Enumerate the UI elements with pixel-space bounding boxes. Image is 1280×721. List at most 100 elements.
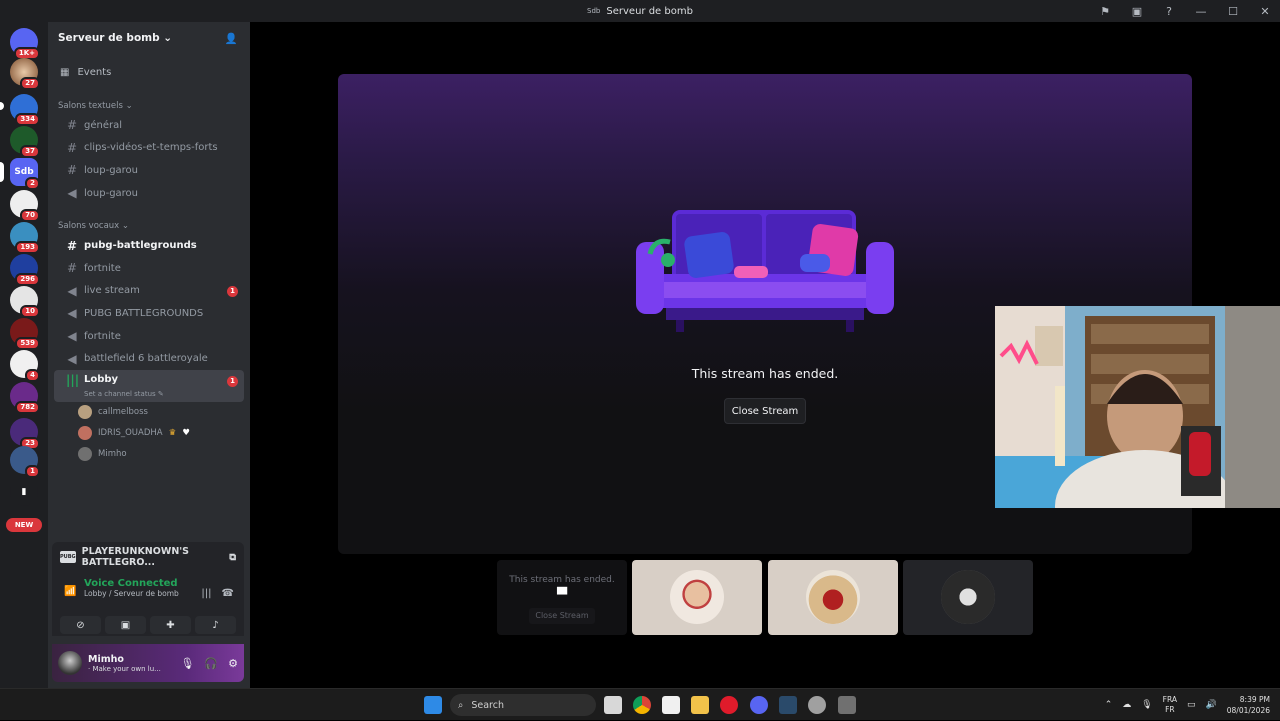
signal-icon[interactable]: 📶 [64, 586, 76, 598]
hash-icon: # [66, 163, 78, 178]
channel-fortnite[interactable]: # fortnite [54, 257, 244, 280]
guild-icon[interactable]: 70 [10, 190, 40, 222]
events-label: Events [77, 66, 112, 78]
close-stream-button[interactable]: Close Stream [724, 398, 806, 424]
microphone-icon[interactable]: 🎙 [180, 657, 194, 670]
voice-user[interactable]: callmelboss [48, 402, 250, 423]
close-icon[interactable]: ✕ [1258, 5, 1272, 18]
search-icon: ⌕ [458, 699, 464, 711]
settings-gear-icon[interactable]: ⚙ [228, 657, 238, 670]
opera-gx-icon[interactable] [720, 696, 738, 714]
guild-badge: 37 [20, 145, 40, 158]
participant-tile[interactable] [903, 560, 1033, 635]
channel-pubg-battlegrounds[interactable]: # pubg-battlegrounds [54, 234, 244, 257]
channel-status[interactable]: Set a channel status ✎ [54, 390, 244, 398]
headphones-icon[interactable]: 🎧 [204, 657, 218, 670]
guild-icon[interactable]: 37 [10, 126, 40, 158]
guild-badge: 10 [20, 305, 40, 318]
invite-icon[interactable]: 👤 [225, 32, 238, 45]
events-item[interactable]: ▦ Events [48, 60, 250, 84]
guild-icon[interactable]: 782 [10, 382, 40, 414]
guild-icon[interactable]: 1 [10, 446, 40, 478]
channel-pubg-voice[interactable]: ◀ PUBG BATTLEGROUNDS [54, 302, 244, 325]
disconnect-icon[interactable]: ☎ [222, 588, 234, 599]
guild-icon[interactable]: 4 [10, 350, 40, 382]
channel-live-stream[interactable]: ◀ live stream 1 [54, 280, 244, 303]
snipping-tool-icon[interactable] [662, 696, 680, 714]
category-voice[interactable]: Salons vocaux ⌄ [48, 212, 250, 234]
guild-icon[interactable]: 334 [10, 94, 40, 126]
channel-fortnite-voice[interactable]: ◀ fortnite [54, 325, 244, 348]
tile-close-stream-button[interactable]: Close Stream [529, 608, 595, 624]
start-windows-icon[interactable] [424, 696, 442, 714]
home-dm-button[interactable]: 1K+ [10, 28, 40, 60]
voice-active-icon: ||| [66, 372, 80, 387]
stream-tile[interactable]: This stream has ended. ▀ Close Stream [497, 560, 627, 635]
user-panel: Mimho · Make your own lu... 🎙 🎧 ⚙ [52, 644, 244, 682]
hash-icon: # [66, 261, 78, 276]
avatar [78, 426, 92, 441]
soundboard-button[interactable]: ♪ [195, 616, 236, 634]
channel-lobby[interactable]: ||| Lobby 1 Set a channel status ✎ [54, 369, 244, 402]
voice-user[interactable]: Mimho [48, 444, 250, 465]
new-unreads-pill[interactable]: NEW [6, 518, 42, 532]
guild-icon[interactable]: 23 [10, 418, 40, 450]
volume-icon[interactable]: 🔊 [1206, 700, 1217, 710]
clock[interactable]: 8:39 PM 08/01/2026 [1227, 694, 1270, 716]
speaker-icon: ◀ [67, 306, 77, 321]
activity-popout-icon[interactable]: ⧉ [229, 552, 236, 563]
activities-button[interactable]: ✚ [150, 616, 191, 634]
chevron-up-icon[interactable]: ⌃ [1105, 700, 1113, 710]
guild-icon[interactable]: 296 [10, 254, 40, 286]
guild-icon[interactable]: 10 [10, 286, 40, 318]
app-icon[interactable] [808, 696, 826, 714]
bottle-icon: ▮ [21, 487, 27, 497]
minimize-icon[interactable]: — [1194, 5, 1208, 18]
participant-tile[interactable] [632, 560, 762, 635]
camera-off-button[interactable]: ⊘ [60, 616, 101, 634]
help-icon[interactable]: ? [1162, 5, 1176, 18]
microphone-icon[interactable]: 🎙 [1141, 700, 1152, 710]
avatar [78, 447, 92, 462]
webcam-video[interactable] [995, 306, 1280, 508]
discord-icon[interactable] [750, 696, 768, 714]
guild-icon[interactable]: 539 [10, 318, 40, 350]
channel-general[interactable]: # général [54, 114, 244, 137]
server-header[interactable]: Serveur de bomb ⌄ 👤 [48, 22, 250, 54]
guild-icon[interactable]: ▮ [10, 478, 38, 506]
user-name: Mimho [88, 653, 124, 665]
file-explorer-icon[interactable] [691, 696, 709, 714]
guild-badge: 782 [15, 401, 40, 414]
screen-icon[interactable]: ▣ [1130, 5, 1144, 18]
network-icon[interactable]: ▭ [1187, 700, 1196, 710]
channel-loup-garou-forum[interactable]: ◀ loup-garou [54, 182, 244, 205]
input-language[interactable]: FRA FR [1163, 695, 1177, 715]
chrome-icon[interactable] [633, 696, 651, 714]
inbox-flag-icon[interactable]: ⚑ [1098, 5, 1112, 18]
heart-icon: ♥ [182, 428, 190, 439]
voice-user[interactable]: IDRIS_OUADHA ♛ ♥ [48, 423, 250, 444]
steam-icon[interactable] [779, 696, 797, 714]
participant-tile[interactable] [768, 560, 898, 635]
task-view-icon[interactable] [604, 696, 622, 714]
user-count-badge: 1 [227, 285, 238, 297]
screen-icon: ▀ [557, 588, 567, 603]
avatar [670, 570, 724, 624]
app-icon[interactable] [838, 696, 856, 714]
category-text[interactable]: Salons textuels ⌄ [48, 92, 250, 114]
noise-suppression-icon[interactable]: ||| [201, 588, 211, 599]
maximize-icon[interactable]: ☐ [1226, 5, 1240, 18]
chevron-down-icon: ⌄ [163, 32, 173, 44]
channel-loup-garou[interactable]: # loup-garou [54, 159, 244, 182]
hash-icon: # [66, 238, 78, 253]
guild-icon-serveur-de-bomb[interactable]: Sdb 2 [10, 158, 40, 190]
avatar[interactable] [58, 651, 82, 675]
guild-icon[interactable]: 193 [10, 222, 40, 254]
taskbar-search[interactable]: ⌕ Search [450, 694, 596, 716]
channel-clips[interactable]: # clips-vidéos-et-temps-forts [54, 137, 244, 160]
activity-panel[interactable]: PUBG PLAYERUNKNOWN'S BATTLEGRO... ⧉ [52, 542, 244, 572]
cloud-icon[interactable]: ☁ [1122, 700, 1131, 710]
channel-battlefield[interactable]: ◀ battlefield 6 battleroyale [54, 347, 244, 370]
share-screen-button[interactable]: ▣ [105, 616, 146, 634]
guild-icon[interactable]: 27 [10, 58, 40, 90]
